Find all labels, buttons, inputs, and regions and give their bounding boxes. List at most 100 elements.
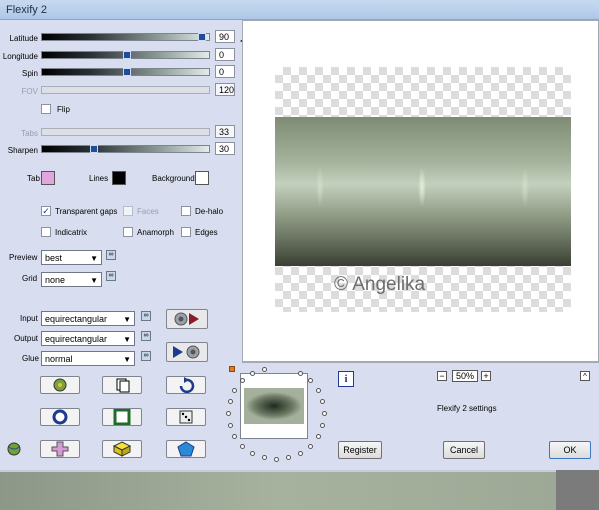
- tabs-value-field[interactable]: 33: [215, 125, 235, 138]
- watermark-text: © Angelika: [334, 274, 426, 295]
- zoom-in-button[interactable]: +: [481, 371, 491, 381]
- longitude-slider-thumb[interactable]: [123, 51, 131, 59]
- latitude-slider-thumb[interactable]: [198, 33, 206, 41]
- frame-tool-button[interactable]: [102, 408, 142, 426]
- thumbnail-ring-dot: [322, 411, 327, 416]
- preview-select[interactable]: best ▼: [41, 250, 102, 265]
- register-button[interactable]: Register: [338, 441, 382, 459]
- undo-icon: [179, 377, 195, 394]
- latitude-value-field[interactable]: 90: [215, 30, 235, 43]
- dice-button[interactable]: [166, 408, 206, 426]
- collapse-button[interactable]: ^: [580, 371, 590, 381]
- edges-checkbox[interactable]: [181, 227, 191, 237]
- thumbnail-ring-dot: [316, 388, 321, 393]
- sharpen-slider[interactable]: [41, 145, 210, 153]
- tabs-slider[interactable]: [41, 128, 210, 136]
- flip-label: Flip: [57, 105, 70, 114]
- chevron-down-icon: ▼: [90, 276, 98, 285]
- fov-label: FOV: [21, 87, 38, 96]
- thumbnail-ring-dot: [226, 411, 231, 416]
- grid-select-value: none: [45, 275, 66, 285]
- cross-shape-button[interactable]: [40, 440, 80, 458]
- background-image-strip: [0, 470, 556, 510]
- anamorph-label: Anamorph: [137, 228, 174, 237]
- thumbnail-ring-dot: [308, 378, 313, 383]
- spin-value-field[interactable]: 0: [215, 65, 235, 78]
- sharpen-slider-thumb[interactable]: [90, 145, 98, 153]
- background-color-swatch[interactable]: [195, 171, 209, 185]
- chevron-down-icon: ▼: [123, 355, 131, 364]
- ok-button[interactable]: OK: [549, 441, 591, 459]
- transparent-gaps-label: Transparent gaps: [55, 207, 118, 216]
- pentagon-icon: [177, 441, 195, 457]
- thumbnail-ring-dot: [298, 451, 303, 456]
- copy-button[interactable]: [102, 376, 142, 394]
- thumbnail-ring-dot: [320, 399, 325, 404]
- cube-shape-button[interactable]: [102, 440, 142, 458]
- faces-checkbox[interactable]: [123, 206, 133, 216]
- link-icon[interactable]: ∞: [106, 271, 116, 281]
- fov-value-field[interactable]: 120: [215, 83, 235, 96]
- cube-icon: [112, 441, 132, 457]
- import-icon: [174, 312, 199, 326]
- thumbnail-ring-dot: [274, 457, 279, 462]
- flip-checkbox[interactable]: [41, 104, 51, 114]
- thumbnail-ring-dot: [232, 434, 237, 439]
- link-icon[interactable]: ∞: [141, 331, 151, 341]
- dice-icon: [179, 410, 193, 424]
- sharpen-value-field[interactable]: 30: [215, 142, 235, 155]
- import-preset-button[interactable]: [166, 309, 208, 329]
- indicatrix-checkbox[interactable]: [41, 227, 51, 237]
- globe-icon[interactable]: [6, 441, 22, 459]
- spin-slider-thumb[interactable]: [123, 68, 131, 76]
- longitude-value-field[interactable]: 0: [215, 48, 235, 61]
- link-icon[interactable]: ∞: [106, 250, 116, 260]
- de-halo-checkbox[interactable]: [181, 206, 191, 216]
- tab-color-swatch[interactable]: [41, 171, 55, 185]
- lines-color-label: Lines: [89, 174, 109, 183]
- chevron-down-icon: ▼: [90, 254, 98, 263]
- output-label: Output: [14, 334, 39, 343]
- spin-label: Spin: [21, 69, 38, 78]
- grid-label: Grid: [22, 274, 38, 283]
- zoom-out-button[interactable]: −: [437, 371, 447, 381]
- randomize-button[interactable]: [40, 376, 80, 394]
- thumbnail-ring-dot: [286, 455, 291, 460]
- orange-marker-icon[interactable]: [229, 366, 235, 372]
- latitude-slider[interactable]: [41, 33, 210, 41]
- cancel-button[interactable]: Cancel: [443, 441, 485, 459]
- glue-label: Glue: [22, 354, 39, 363]
- circle-tool-button[interactable]: [40, 408, 80, 426]
- thumbnail-image: [244, 388, 304, 424]
- link-icon[interactable]: ∞: [141, 351, 151, 361]
- thumbnail-ring-dot: [320, 423, 325, 428]
- chevron-down-icon: ▼: [123, 335, 131, 344]
- input-projection-select[interactable]: equirectangular ▼: [41, 311, 135, 326]
- dice-wheel-icon: [53, 378, 67, 392]
- zoom-level: 50%: [452, 370, 478, 382]
- thumbnail-ring-dot: [228, 423, 233, 428]
- transparent-gaps-checkbox[interactable]: ✓: [41, 206, 51, 216]
- thumbnail-ring-dot: [240, 378, 245, 383]
- preview-select-value: best: [45, 253, 63, 263]
- spin-slider[interactable]: [41, 68, 210, 76]
- info-icon[interactable]: i: [338, 371, 354, 387]
- frame-icon: [113, 408, 131, 426]
- pentagon-shape-button[interactable]: [166, 440, 206, 458]
- lines-color-swatch[interactable]: [112, 171, 126, 185]
- undo-button[interactable]: [166, 376, 206, 394]
- anamorph-checkbox[interactable]: [123, 227, 133, 237]
- title-bar: Flexify 2: [0, 0, 599, 20]
- fov-slider[interactable]: [41, 86, 210, 94]
- background-color-label: Background: [152, 174, 195, 183]
- longitude-slider[interactable]: [41, 51, 210, 59]
- export-icon: [173, 345, 200, 359]
- preview-label: Preview: [9, 253, 38, 262]
- glue-select[interactable]: normal ▼: [41, 351, 135, 366]
- grid-select[interactable]: none ▼: [41, 272, 102, 287]
- export-preset-button[interactable]: [166, 342, 208, 362]
- thumbnail-ring-dot: [228, 399, 233, 404]
- output-projection-select[interactable]: equirectangular ▼: [41, 331, 135, 346]
- link-icon[interactable]: ∞: [141, 311, 151, 321]
- indicatrix-label: Indicatrix: [55, 228, 88, 237]
